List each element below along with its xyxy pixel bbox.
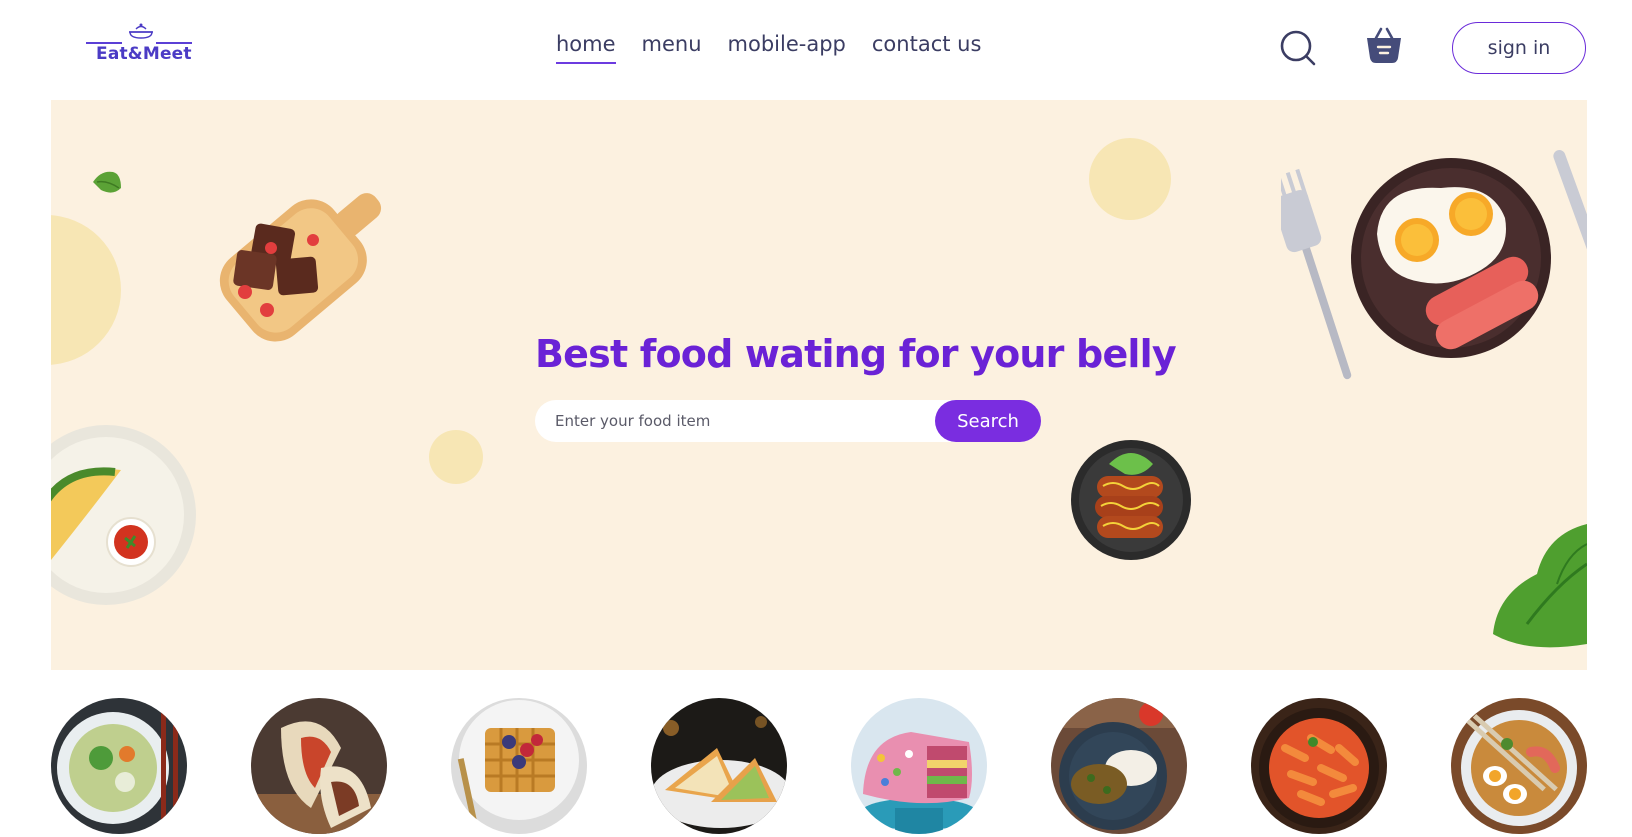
- category-pasta[interactable]: [1251, 698, 1387, 834]
- search-icon: [1280, 30, 1316, 66]
- food-search-button[interactable]: Search: [935, 400, 1041, 442]
- breakfast-plate-illustration: [1281, 150, 1587, 380]
- category-ramen[interactable]: [1451, 698, 1587, 834]
- lettuce-icon: [1493, 524, 1587, 648]
- nav-home[interactable]: home: [556, 32, 616, 64]
- decor-circle: [51, 215, 121, 365]
- logo-text: Eat&Meet: [96, 44, 192, 64]
- cart-button[interactable]: [1364, 26, 1404, 66]
- decor-circle: [429, 430, 483, 484]
- category-cake[interactable]: [851, 698, 987, 834]
- leaf-icon: [93, 171, 121, 193]
- sausage-plate-illustration: [1071, 440, 1191, 560]
- main-nav: home menu mobile-app contact us: [556, 32, 981, 64]
- brownie-board-illustration: [219, 193, 382, 342]
- category-salad-bowl[interactable]: [51, 698, 187, 834]
- hero-title: Best food wating for your belly: [535, 332, 1177, 376]
- header-search-button[interactable]: [1278, 28, 1318, 68]
- decor-circle: [1089, 138, 1171, 220]
- cooking-pot-icon: [129, 23, 153, 39]
- category-wrap[interactable]: [251, 698, 387, 834]
- nav-mobile-app[interactable]: mobile-app: [728, 32, 846, 64]
- basket-icon: [1367, 27, 1401, 63]
- category-sandwich[interactable]: [651, 698, 787, 834]
- food-search-input[interactable]: [555, 408, 915, 434]
- hero-banner: Best food wating for your belly Search: [51, 100, 1587, 670]
- food-search-bar: Search: [535, 400, 1041, 442]
- category-curry-rice[interactable]: [1051, 698, 1187, 834]
- taco-plate-illustration: [51, 425, 196, 605]
- category-waffle[interactable]: [451, 698, 587, 834]
- sign-in-button[interactable]: sign in: [1452, 22, 1586, 74]
- category-carousel: [51, 698, 1587, 834]
- logo[interactable]: Eat&Meet: [86, 22, 196, 70]
- nav-contact-us[interactable]: contact us: [872, 32, 982, 64]
- nav-menu[interactable]: menu: [642, 32, 702, 64]
